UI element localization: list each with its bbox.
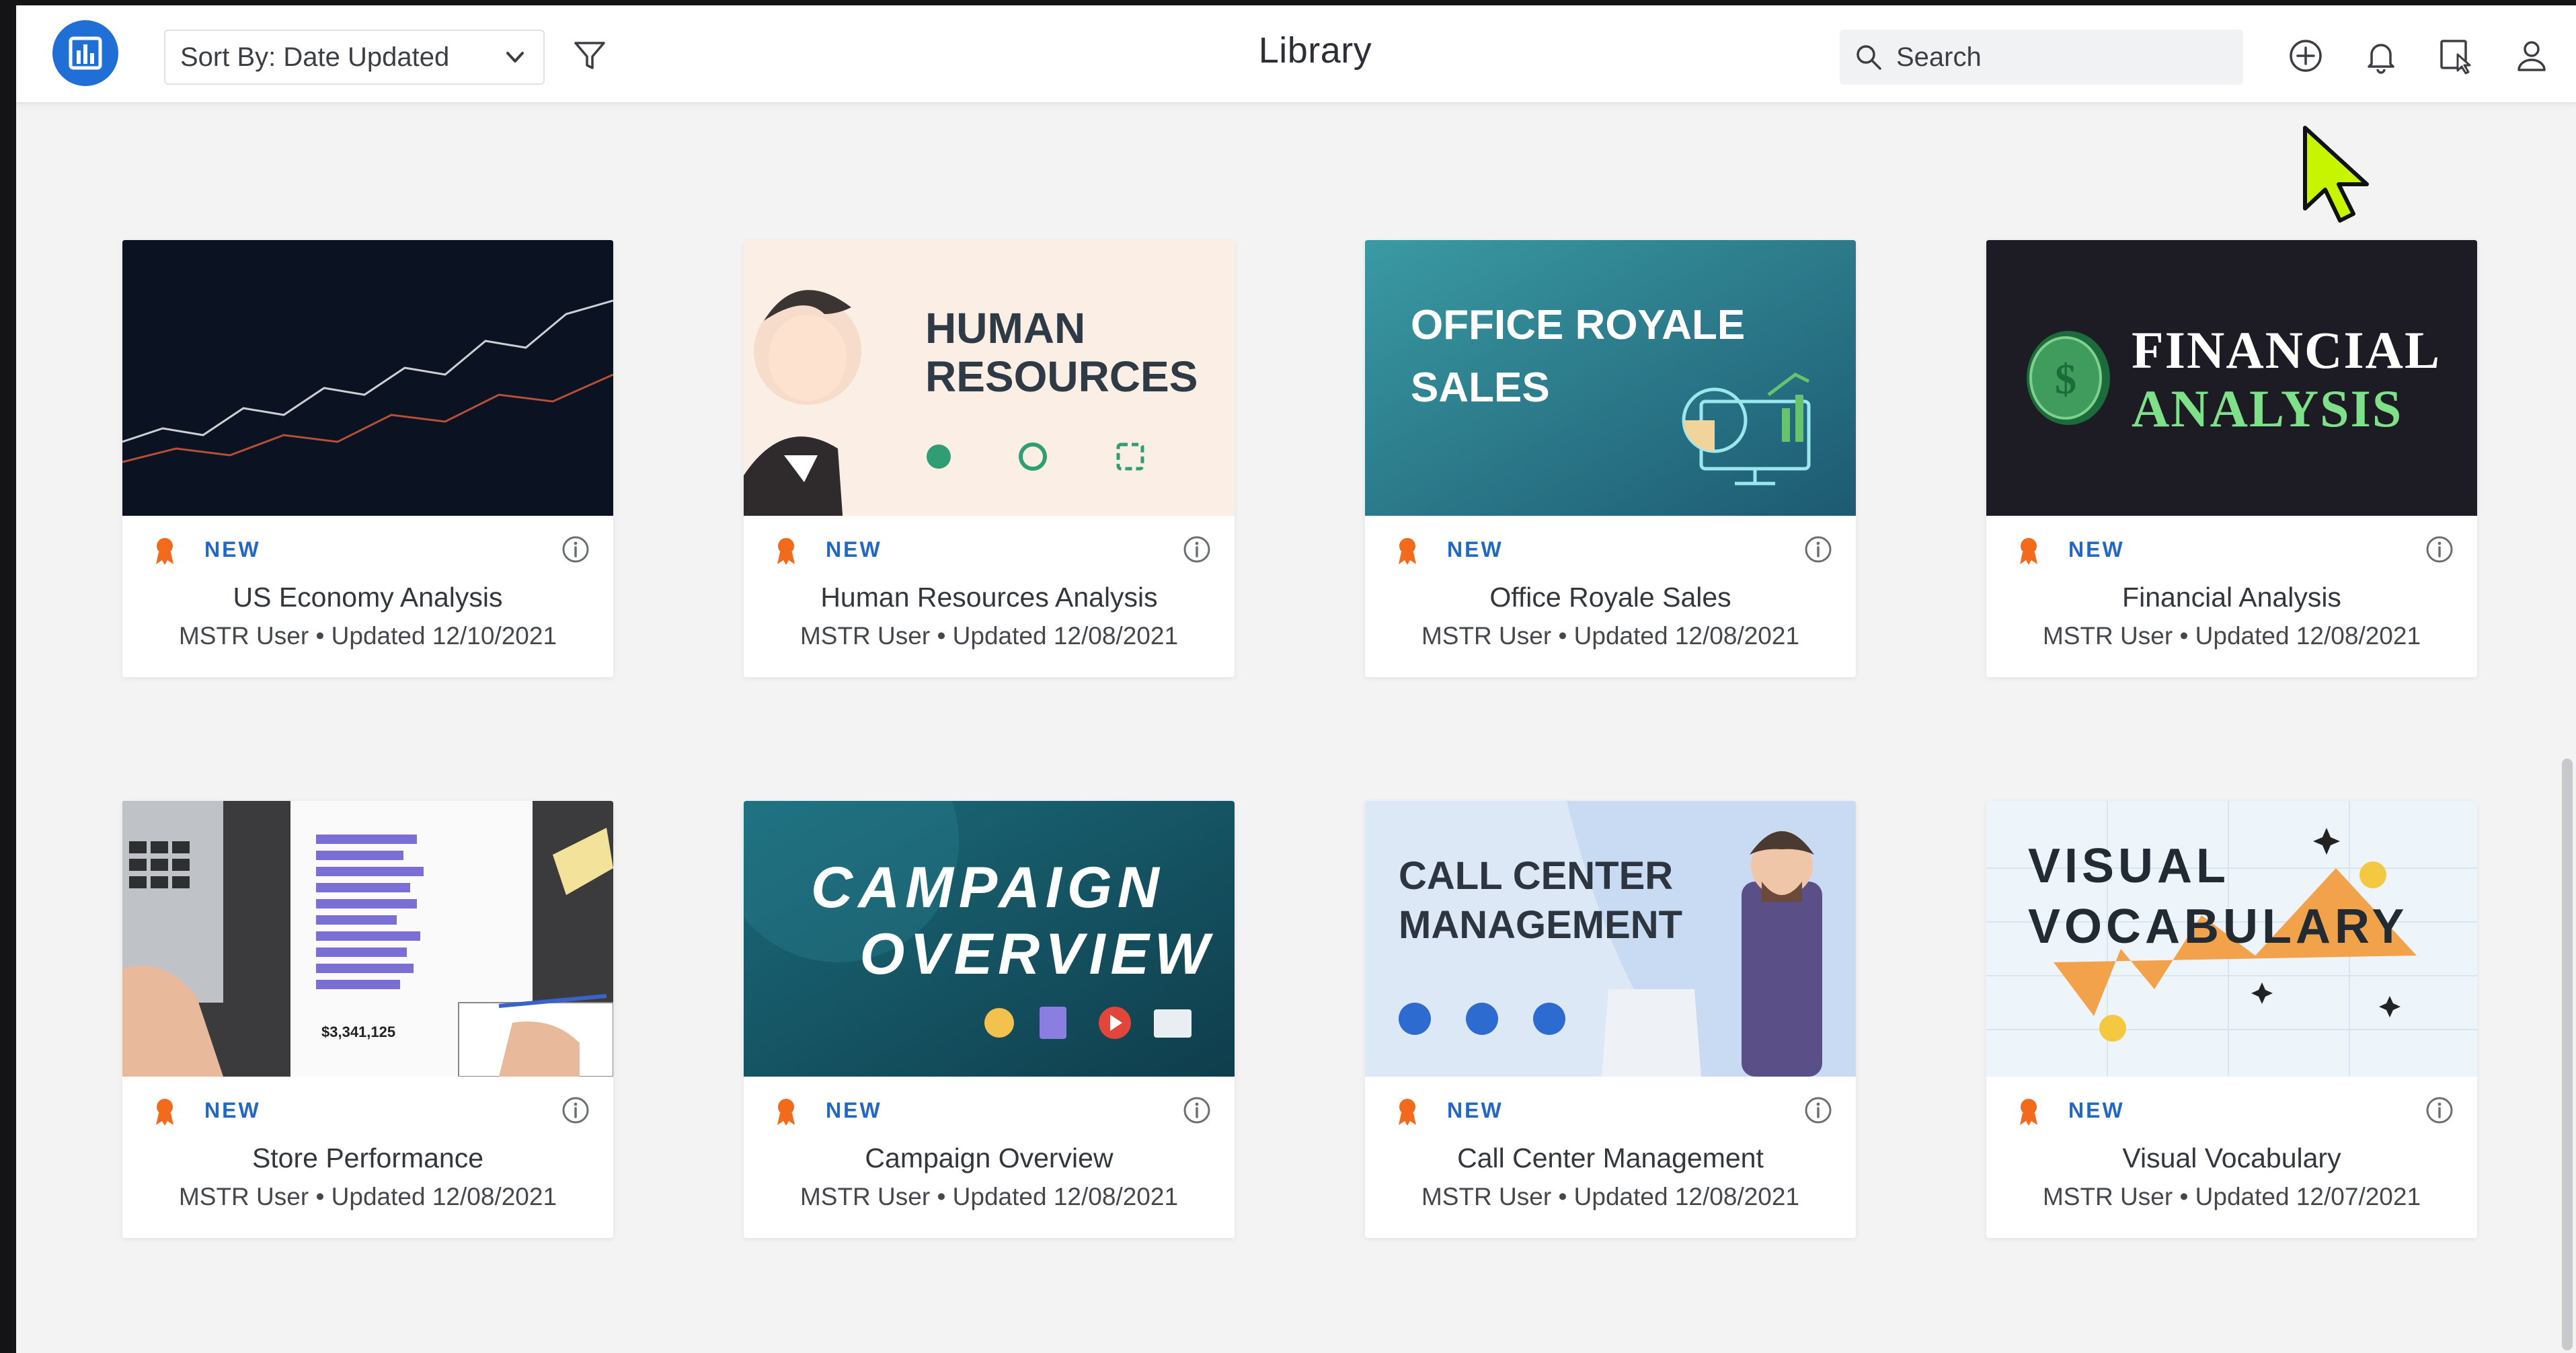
card-subtitle: MSTR User • Updated 12/08/2021 — [799, 622, 1179, 650]
new-badge-label: NEW — [826, 1098, 882, 1122]
card-title[interactable]: Financial Analysis — [1986, 582, 2477, 613]
bar-chart-logo-icon[interactable] — [52, 20, 118, 86]
dossier-card[interactable]: CAMPAIGN OVERVIEW NEW Campaign Overview … — [744, 801, 1235, 1238]
info-icon[interactable] — [1182, 1095, 1212, 1125]
thumbnail-title: HUMAN RESOURCES — [925, 304, 1198, 401]
ribbon-badge-icon — [2017, 536, 2040, 566]
svg-text:$: $ — [2055, 355, 2076, 403]
info-icon[interactable] — [1803, 1095, 1833, 1125]
card-title[interactable]: Office Royale Sales — [1365, 582, 1856, 613]
thumbnail-title: CAMPAIGN OVERVIEW — [811, 855, 1214, 987]
new-badge-label: NEW — [2068, 1098, 2125, 1122]
new-badge-label: NEW — [2068, 537, 2125, 562]
chevron-down-icon — [502, 44, 529, 71]
ribbon-badge-icon — [775, 1097, 797, 1126]
thumbnail-title: FINANCIAL ANALYSIS — [2132, 321, 2442, 438]
sort-dropdown[interactable]: Sort By: Date Updated — [164, 30, 545, 85]
card-meta-row: NEW — [1365, 523, 1856, 576]
filter-icon[interactable] — [566, 32, 613, 79]
bell-icon[interactable] — [2357, 32, 2405, 79]
new-badge-label: NEW — [204, 1098, 261, 1122]
info-icon[interactable] — [1182, 535, 1212, 564]
card-subtitle: MSTR User • Updated 12/08/2021 — [1421, 1183, 1800, 1210]
card-thumbnail[interactable]: HUMAN RESOURCES — [744, 240, 1235, 516]
new-badge-label: NEW — [204, 537, 261, 562]
select-cursor-icon[interactable] — [2433, 32, 2480, 79]
card-meta-row: NEW — [744, 1083, 1235, 1137]
card-meta-row: NEW — [122, 523, 613, 576]
card-subtitle: MSTR User • Updated 12/08/2021 — [178, 1183, 557, 1210]
new-badge-label: NEW — [1447, 1098, 1504, 1122]
thumbnail-title: CALL CENTER MANAGEMENT — [1399, 854, 1683, 947]
dossier-card[interactable]: $ FINANCIAL ANALYSIS NEW Financial Analy… — [1986, 240, 2477, 677]
card-thumbnail[interactable]: CAMPAIGN OVERVIEW — [744, 801, 1235, 1077]
ribbon-badge-icon — [775, 536, 797, 566]
ribbon-badge-icon — [1396, 536, 1419, 566]
top-toolbar: Sort By: Date Updated Library — [16, 5, 2576, 104]
card-title[interactable]: US Economy Analysis — [122, 582, 613, 613]
plus-circle-icon[interactable] — [2282, 32, 2329, 79]
thumbnail-kpi: $3,341,125 — [321, 1023, 396, 1040]
card-subtitle: MSTR User • Updated 12/08/2021 — [799, 1183, 1179, 1210]
info-icon[interactable] — [2425, 1095, 2454, 1125]
search-icon — [1853, 42, 1884, 73]
card-subtitle: MSTR User • Updated 12/10/2021 — [178, 622, 557, 650]
card-title[interactable]: Call Center Management — [1365, 1143, 1856, 1174]
card-meta-row: NEW — [1365, 1083, 1856, 1137]
card-thumbnail[interactable]: OFFICE ROYALE SALES — [1365, 240, 1856, 516]
card-title[interactable]: Human Resources Analysis — [744, 582, 1235, 613]
dossier-card[interactable]: $3,341,125 NEW Store Performance MSTR Us… — [122, 801, 613, 1238]
card-subtitle: MSTR User • Updated 12/08/2021 — [1421, 622, 1800, 650]
dossier-card[interactable]: VISUAL VOCABULARY NEW Visual Vocabulary … — [1986, 801, 2477, 1238]
user-icon[interactable] — [2508, 32, 2555, 79]
card-thumbnail[interactable]: VISUAL VOCABULARY — [1986, 801, 2477, 1077]
library-app: Sort By: Date Updated Library Search NEW… — [16, 5, 2576, 1353]
card-title[interactable]: Campaign Overview — [744, 1143, 1235, 1174]
ribbon-badge-icon — [153, 536, 176, 566]
search-input[interactable] — [1896, 42, 2219, 73]
dossier-card[interactable]: HUMAN RESOURCES NEW Human Resources Anal… — [744, 240, 1235, 677]
ribbon-badge-icon — [153, 1097, 176, 1126]
vertical-scrollbar[interactable] — [2562, 759, 2573, 1350]
dossier-card[interactable]: NEW US Economy Analysis MSTR User • Upda… — [122, 240, 613, 677]
new-badge-label: NEW — [826, 537, 882, 562]
thumbnail-title: OFFICE ROYALE SALES — [1411, 302, 1746, 411]
ribbon-badge-icon — [1396, 1097, 1419, 1126]
card-thumbnail[interactable]: $3,341,125 — [122, 801, 613, 1077]
card-title[interactable]: Store Performance — [122, 1143, 613, 1174]
card-thumbnail[interactable]: $ FINANCIAL ANALYSIS — [1986, 240, 2477, 516]
card-title[interactable]: Visual Vocabulary — [1986, 1143, 2477, 1174]
search-box[interactable] — [1840, 30, 2243, 85]
card-thumbnail[interactable] — [122, 240, 613, 516]
info-icon[interactable] — [561, 535, 590, 564]
thumbnail-title: VISUAL VOCABULARY — [2028, 839, 2409, 954]
card-meta-row: NEW — [1986, 523, 2477, 576]
page-title: Library — [1258, 30, 1372, 71]
dossier-card[interactable]: OFFICE ROYALE SALES NEW Office Royale Sa… — [1365, 240, 1856, 677]
mouse-cursor-icon — [2300, 124, 2380, 225]
card-meta-row: NEW — [1986, 1083, 2477, 1137]
card-subtitle: MSTR User • Updated 12/07/2021 — [2042, 1183, 2421, 1210]
info-icon[interactable] — [2425, 535, 2454, 564]
card-meta-row: NEW — [744, 523, 1235, 576]
sort-dropdown-label: Sort By: Date Updated — [180, 42, 450, 72]
ribbon-badge-icon — [2017, 1097, 2040, 1126]
card-thumbnail[interactable]: CALL CENTER MANAGEMENT — [1365, 801, 1856, 1077]
info-icon[interactable] — [1803, 535, 1833, 564]
info-icon[interactable] — [561, 1095, 590, 1125]
dossier-card[interactable]: CALL CENTER MANAGEMENT NEW Call Center M… — [1365, 801, 1856, 1238]
card-meta-row: NEW — [122, 1083, 613, 1137]
new-badge-label: NEW — [1447, 537, 1504, 562]
card-subtitle: MSTR User • Updated 12/08/2021 — [2042, 622, 2421, 650]
